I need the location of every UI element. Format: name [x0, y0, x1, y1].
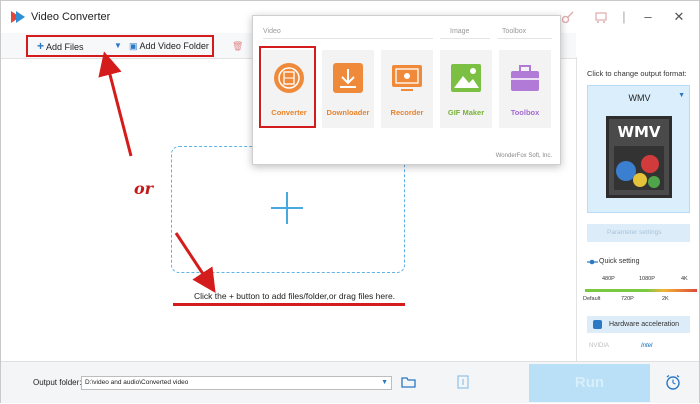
- tile-recorder-label: Recorder: [390, 108, 424, 117]
- tile-toolbox-label: Toolbox: [510, 108, 540, 117]
- tick-2k: 2K: [662, 296, 669, 302]
- tile-recorder[interactable]: Recorder: [381, 50, 433, 128]
- hw-accel-label: Hardware acceleration: [609, 321, 680, 328]
- tile-gif-maker[interactable]: GIF Maker: [440, 50, 492, 128]
- section-toolbox-line: [498, 38, 552, 39]
- wmv-format-image: WMV: [606, 116, 672, 198]
- parameter-settings-label: Parameter settings: [607, 229, 662, 236]
- tick-480p: 480P: [602, 276, 615, 282]
- format-name: WMV: [628, 93, 651, 103]
- tick-4k: 4K: [681, 276, 688, 282]
- screen-record-icon: [392, 65, 422, 91]
- download-arrow-icon: [333, 63, 363, 93]
- app-window: Video Converter | – ✕ + Add Files ▼ ▣ Ad…: [0, 0, 700, 403]
- output-folder-field[interactable]: D:\video and audio\Converted video ▼: [81, 376, 392, 390]
- quick-setting-label: Quick setting: [599, 258, 640, 265]
- right-panel: Click to change output format: WMV ▼ WMV…: [576, 57, 699, 361]
- run-button[interactable]: Run: [529, 364, 650, 402]
- tile-toolbox[interactable]: Toolbox: [499, 50, 551, 128]
- alarm-clock-icon[interactable]: [665, 374, 681, 390]
- quick-setting-icon: [587, 259, 598, 265]
- or-annotation: or: [134, 179, 154, 198]
- bottom-bar: Output folder: D:\video and audio\Conver…: [1, 361, 699, 403]
- output-path: D:\video and audio\Converted video: [85, 379, 189, 386]
- tile-downloader-label: Downloader: [326, 108, 370, 117]
- section-video-label: Video: [263, 28, 281, 35]
- nvidia-chip[interactable]: NVIDIA: [589, 339, 609, 353]
- output-folder-label: Output folder:: [33, 378, 82, 387]
- tick-default: Default: [583, 296, 601, 302]
- copyright: WonderFox Soft, Inc.: [495, 153, 552, 159]
- section-toolbox-label: Toolbox: [502, 28, 527, 35]
- image-landscape-icon: [451, 64, 481, 92]
- format-dropdown-icon: ▼: [678, 92, 685, 99]
- wmv-image-text: WMV: [617, 123, 660, 141]
- parameter-settings-button[interactable]: Parameter settings: [587, 224, 690, 242]
- open-folder-icon[interactable]: [457, 375, 469, 389]
- tick-1080p: 1080P: [639, 276, 655, 282]
- section-image-label: Image: [450, 28, 470, 35]
- intel-chip[interactable]: Intel: [641, 339, 652, 353]
- tile-gif-maker-label: GIF Maker: [447, 108, 485, 117]
- quality-slider[interactable]: [585, 289, 697, 292]
- highlight-box-converter: [259, 46, 316, 128]
- tile-downloader[interactable]: Downloader: [322, 50, 374, 128]
- section-image-line: [440, 38, 490, 39]
- output-format-selector[interactable]: WMV ▼ WMV: [587, 85, 690, 213]
- hardware-acceleration-toggle[interactable]: Hardware acceleration: [587, 316, 690, 333]
- browse-folder-icon[interactable]: [401, 376, 416, 388]
- section-video-line: [263, 38, 433, 39]
- change-format-label: Click to change output format:: [587, 69, 687, 78]
- checkbox-icon: [593, 320, 602, 329]
- tick-720p: 720P: [621, 296, 634, 302]
- output-dropdown-icon[interactable]: ▼: [381, 377, 388, 389]
- toolbox-icon: [511, 65, 539, 91]
